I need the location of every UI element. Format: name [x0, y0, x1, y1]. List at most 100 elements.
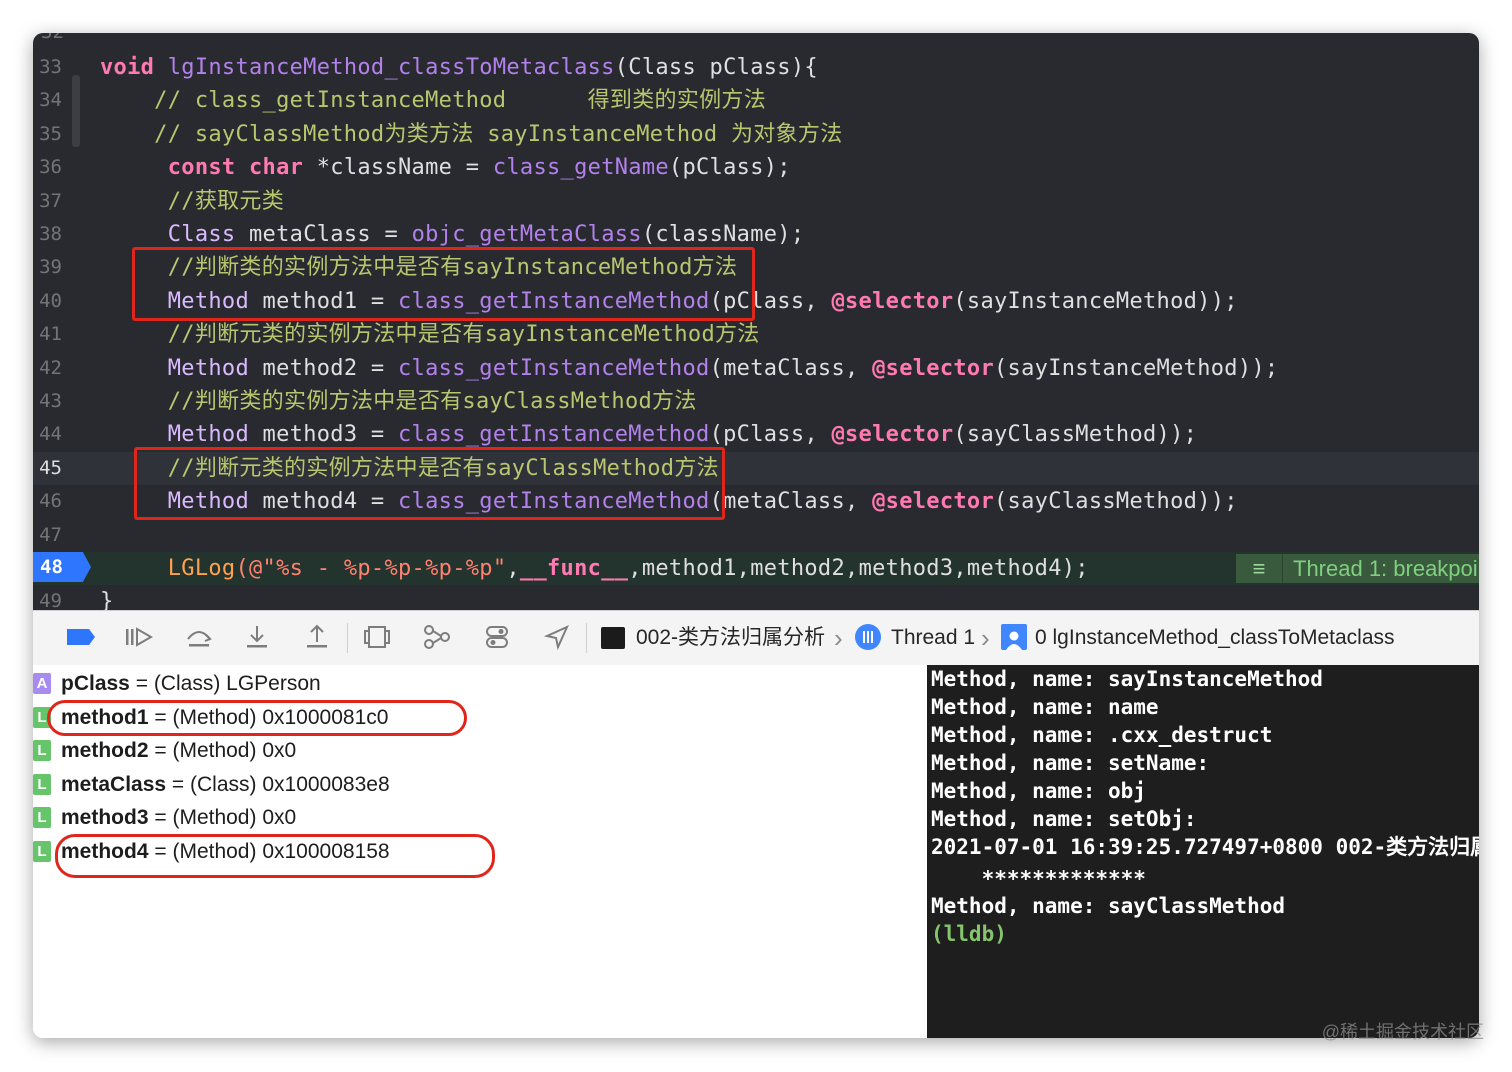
code-token: void	[100, 55, 168, 80]
line-number: 34	[39, 89, 62, 112]
variables-view: ApClass = (Class) LGPerson Lmethod1 = (Me…	[33, 665, 927, 1038]
variable-row[interactable]: ApClass = (Class) LGPerson	[33, 667, 927, 700]
argument-badge-icon: A	[33, 673, 51, 694]
console-line: *************	[931, 867, 1146, 891]
code-token: }	[100, 589, 114, 610]
code-line[interactable]: 36 const char *className = class_getName…	[33, 151, 1479, 184]
code-editor[interactable]: 32 33 void lgInstanceMethod_classToMetacl…	[33, 33, 1479, 610]
code-token: class_getInstanceMethod	[398, 422, 710, 448]
variable-row[interactable]: Lmethod2 = (Method) 0x0	[33, 734, 927, 767]
line-number: 49	[39, 590, 62, 610]
code-token: method3 =	[249, 422, 399, 448]
view-hierarchy-icon[interactable]	[359, 623, 395, 651]
code-line[interactable]: 49}	[33, 585, 1479, 610]
code-text: LGLog(@"%s - %p-%p-%p-%p",__func__,metho…	[100, 552, 1089, 585]
stack-frame-user-icon	[1001, 624, 1027, 650]
code-token: @selector	[872, 355, 995, 381]
memory-graph-icon[interactable]	[419, 623, 455, 651]
code-token: // class_getInstanceMethod 得到类的实例方法	[100, 88, 767, 114]
variable-type: (Method)	[172, 806, 257, 829]
code-line[interactable]: 37 //获取元类	[33, 185, 1479, 218]
environment-overrides-icon[interactable]	[479, 623, 515, 651]
line-number: 33	[39, 56, 62, 78]
console-line: 2021-07-01 16:39:25.727497+0800 002-类方法归…	[931, 835, 1479, 859]
line-number: 35	[39, 122, 62, 145]
line-number: 46	[39, 490, 62, 513]
code-token: //判断元类的实例方法中是否有sayInstanceMethod方法	[100, 322, 760, 348]
step-into-icon[interactable]	[239, 623, 275, 651]
code-line[interactable]: 47	[33, 519, 1479, 552]
code-token: ,	[506, 556, 520, 581]
annotation-box-method1	[132, 247, 755, 321]
target-terminal-icon	[601, 627, 625, 649]
code-text: }	[100, 585, 114, 610]
code-line[interactable]: 35 // sayClassMethod为类方法 sayInstanceMeth…	[33, 118, 1479, 151]
code-line[interactable]: 33 void lgInstanceMethod_classToMetaclass…	[33, 51, 1479, 84]
code-token: lgInstanceMethod_classToMetaclass	[167, 55, 615, 80]
code-line[interactable]: 41 //判断元类的实例方法中是否有sayInstanceMethod方法	[33, 318, 1479, 351]
simulate-location-icon[interactable]	[539, 623, 575, 651]
code-token: class_getName	[492, 155, 669, 181]
variable-value: 0x0	[256, 806, 297, 829]
chevron-right-icon: ›	[981, 623, 990, 653]
annotation-box-method4	[134, 447, 725, 520]
variable-text: method2 = (Method) 0x0	[61, 734, 296, 767]
variable-value: LGPerson	[220, 672, 321, 695]
line-number-partial: 32	[41, 33, 64, 43]
list-lines-icon: ≡	[1236, 554, 1283, 583]
code-token: Method	[167, 355, 250, 381]
code-token: (	[614, 55, 629, 80]
console-line: Method, name: sayClassMethod	[931, 894, 1286, 918]
variable-name: method2	[61, 739, 149, 762]
breakpoint-marker[interactable]: 48	[33, 552, 91, 582]
local-badge-icon: L	[33, 773, 51, 795]
variable-type: (Method)	[172, 739, 257, 762]
variable-name: method3	[61, 806, 149, 829]
code-line[interactable]: 43 //判断类的实例方法中是否有sayClassMethod方法	[33, 385, 1479, 418]
code-text: const char *className = class_getName(pC…	[100, 151, 791, 184]
code-line[interactable]: 48 LGLog(@"%s - %p-%p-%p-%p",__func__,me…	[33, 552, 1479, 585]
lldb-prompt[interactable]: (lldb)	[931, 920, 1007, 948]
code-token: objc_getMetaClass	[411, 222, 642, 247]
variable-type: (Class)	[153, 672, 221, 695]
step-out-icon[interactable]	[299, 623, 335, 651]
code-text: //判断类的实例方法中是否有sayClassMethod方法	[100, 385, 697, 418]
code-line[interactable]: 42 Method method2 = class_getInstanceMet…	[33, 352, 1479, 385]
breakpoints-toggle-icon[interactable]	[63, 623, 99, 651]
variable-row[interactable]: LmetaClass = (Class) 0x1000083e8	[33, 768, 927, 801]
code-text: //获取元类	[100, 185, 284, 218]
variable-row[interactable]: Lmethod3 = (Method) 0x0	[33, 801, 927, 834]
code-token: metaClass =	[235, 222, 412, 247]
variable-name: metaClass	[61, 772, 167, 796]
line-number: 44	[39, 423, 62, 446]
watermark: @稀土掘金技术社区	[1321, 1022, 1484, 1042]
breadcrumb-target[interactable]: 002-类方法归属分析	[636, 611, 825, 665]
code-token: @selector	[872, 489, 995, 515]
code-line[interactable]: 34 // class_getInstanceMethod 得到类的实例方法	[33, 84, 1479, 117]
line-number: 47	[39, 523, 62, 546]
variable-name: pClass	[61, 672, 130, 695]
local-badge-icon: L	[33, 740, 51, 761]
console-line: Method, name: obj	[931, 779, 1146, 803]
breadcrumb-thread[interactable]: Thread 1	[891, 611, 975, 665]
line-number: 40	[39, 289, 62, 312]
thread-breakpoint-badge[interactable]: ≡ Thread 1: breakpoint	[1236, 554, 1479, 583]
line-number: 36	[39, 156, 62, 179]
toolbar-separator	[347, 623, 348, 653]
variable-value: 0x1000083e8	[256, 772, 390, 796]
variable-equals: =	[129, 672, 154, 695]
code-token: //获取元类	[100, 188, 285, 214]
step-over-icon[interactable]	[181, 623, 217, 651]
code-token: class_getInstanceMethod	[398, 355, 710, 381]
breadcrumb-frame[interactable]: 0 lgInstanceMethod_classToMetaclass	[1035, 611, 1395, 665]
code-token: __func__	[519, 556, 629, 581]
console-line: Method, name: .cxx_destruct	[931, 723, 1273, 747]
continue-icon[interactable]	[121, 623, 157, 651]
code-text: // class_getInstanceMethod 得到类的实例方法	[100, 84, 766, 117]
code-token: ,method1,method2,method3,method4);	[628, 556, 1089, 581]
console-line: Method, name: name	[931, 695, 1159, 719]
code-token: @selector	[831, 288, 954, 314]
console-output[interactable]: Method, name: sayInstanceMethod Method, n…	[927, 665, 1479, 1038]
